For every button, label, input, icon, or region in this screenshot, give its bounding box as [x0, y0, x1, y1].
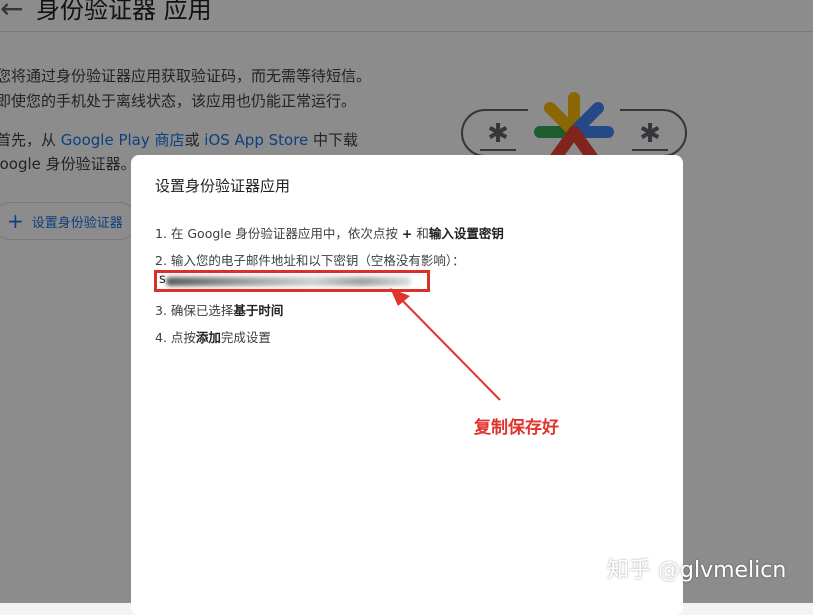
annotation-label: 复制保存好: [474, 418, 559, 438]
watermark: 知乎 @glvmelicn: [607, 558, 787, 583]
dialog-title: 设置身份验证器应用: [155, 177, 291, 195]
step-3-time-based: 基于时间: [233, 303, 284, 318]
step-1-enter-key: 输入设置密钥: [428, 226, 504, 241]
step-4-add: 添加: [195, 330, 221, 345]
step-1: 1. 在 Google 身份验证器应用中，依次点按 + 和输入设置密钥: [155, 223, 504, 242]
step-2: 2. 输入您的电子邮件地址和以下密钥（空格没有影响）：: [155, 253, 465, 268]
step-3-text: 3. 确保已选择: [155, 303, 234, 318]
step-1-text: 1. 在 Google 身份验证器应用中，依次点按: [155, 226, 402, 241]
step-4-text: 4. 点按: [155, 330, 196, 345]
step-3: 3. 确保已选择基于时间: [155, 300, 283, 319]
step-4: 4. 点按添加完成设置: [155, 327, 271, 346]
annotation-arrow-icon: [390, 288, 501, 401]
step-4-suffix: 完成设置: [220, 330, 271, 345]
step-1-and: 和: [412, 226, 429, 241]
step-1-plus: +: [401, 226, 413, 241]
